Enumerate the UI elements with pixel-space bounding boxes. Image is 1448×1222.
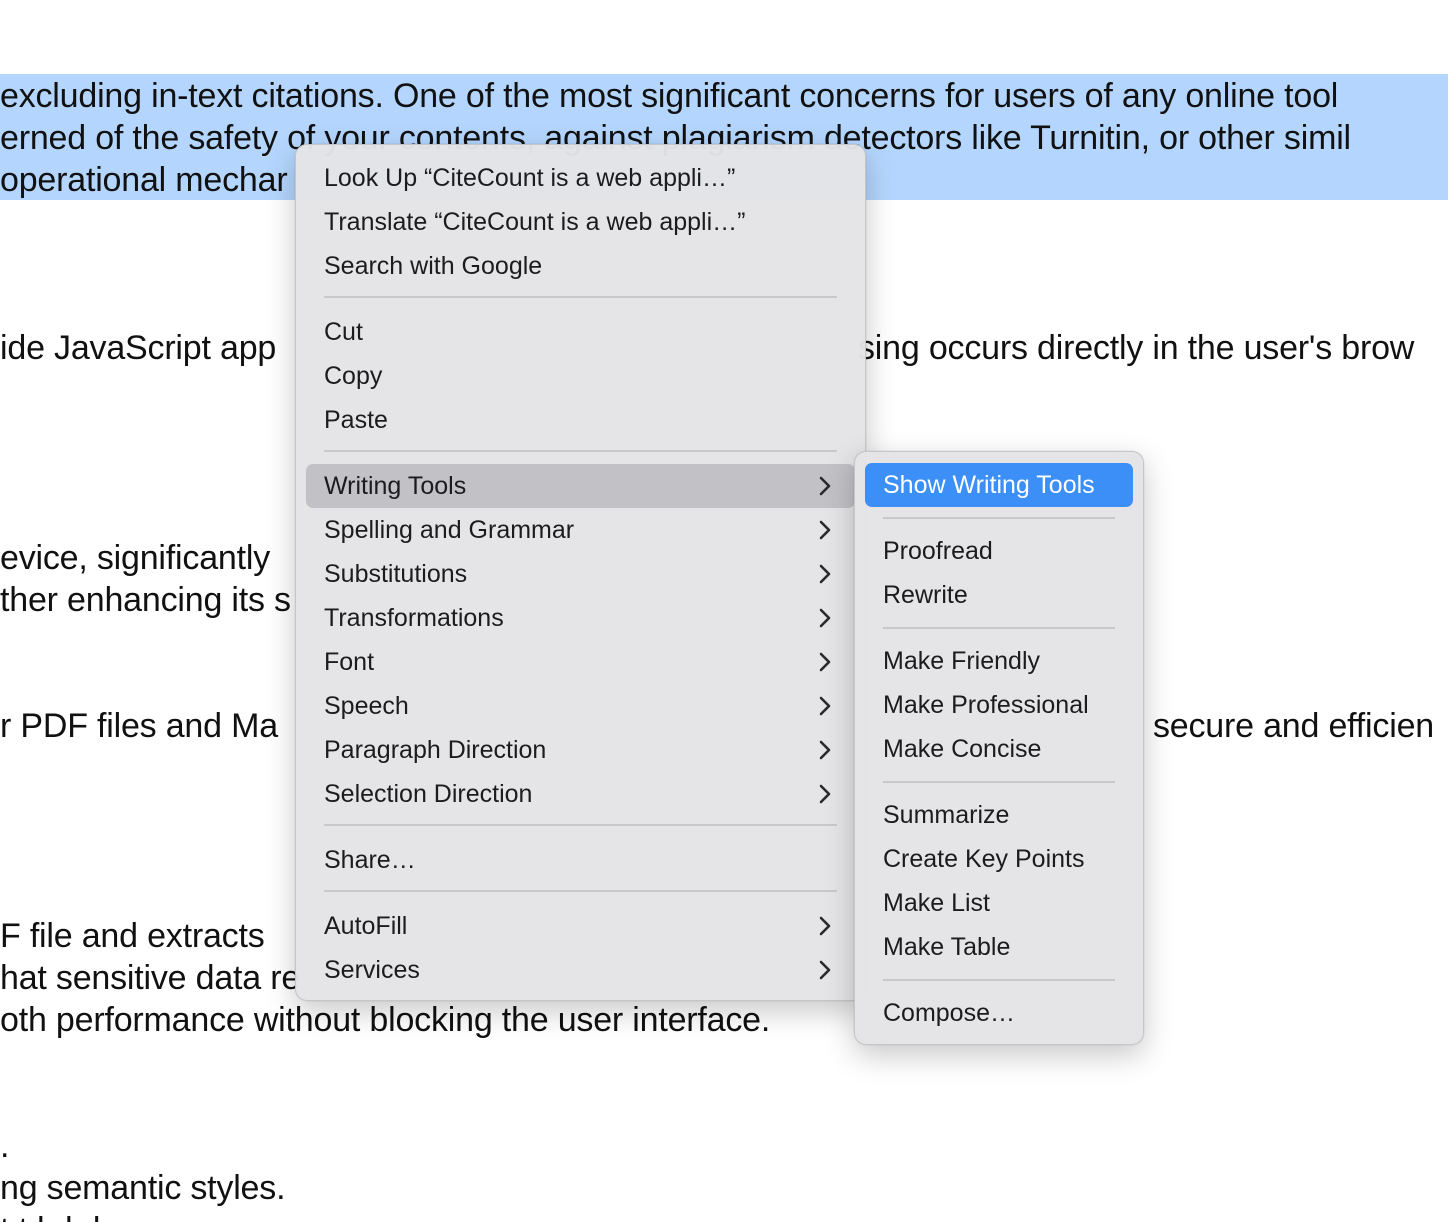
menu-item-create-key-points[interactable]: Create Key Points (865, 837, 1133, 881)
document-line: ther enhancing its s (0, 581, 291, 619)
document-line: excluding in-text citations. One of the … (0, 77, 1339, 115)
writing-tools-submenu: Show Writing Tools Proofread Rewrite Mak… (854, 451, 1144, 1045)
menu-item-cut[interactable]: Cut (306, 310, 855, 354)
document-line: secure and efficien (1153, 707, 1434, 745)
menu-item-make-concise[interactable]: Make Concise (865, 727, 1133, 771)
chevron-right-icon (819, 916, 831, 936)
menu-item-transformations[interactable]: Transformations (306, 596, 855, 640)
menu-item-font[interactable]: Font (306, 640, 855, 684)
document-line: t t h h l (0, 1209, 100, 1222)
menu-item-share[interactable]: Share… (306, 838, 855, 882)
menu-item-speech[interactable]: Speech (306, 684, 855, 728)
document-line: hat sensitive data re (0, 959, 301, 997)
chevron-right-icon (819, 520, 831, 540)
menu-item-paste[interactable]: Paste (306, 398, 855, 442)
menu-item-substitutions[interactable]: Substitutions (306, 552, 855, 596)
chevron-right-icon (819, 608, 831, 628)
menu-separator (883, 627, 1115, 629)
menu-item-translate[interactable]: Translate “CiteCount is a web appli…” (306, 200, 855, 244)
menu-item-show-writing-tools[interactable]: Show Writing Tools (865, 463, 1133, 507)
document-line: ng semantic styles. (0, 1169, 286, 1207)
chevron-right-icon (819, 784, 831, 804)
menu-item-autofill[interactable]: AutoFill (306, 904, 855, 948)
menu-item-services[interactable]: Services (306, 948, 855, 992)
menu-separator (883, 781, 1115, 783)
menu-separator (324, 890, 837, 892)
menu-item-make-friendly[interactable]: Make Friendly (865, 639, 1133, 683)
menu-separator (883, 517, 1115, 519)
chevron-right-icon (819, 564, 831, 584)
menu-item-selection-direction[interactable]: Selection Direction (306, 772, 855, 816)
menu-item-make-list[interactable]: Make List (865, 881, 1133, 925)
chevron-right-icon (819, 476, 831, 496)
menu-item-writing-tools[interactable]: Writing Tools (306, 464, 855, 508)
menu-item-spelling-and-grammar[interactable]: Spelling and Grammar (306, 508, 855, 552)
context-menu: Look Up “CiteCount is a web appli…” Tran… (295, 144, 866, 1001)
chevron-right-icon (819, 652, 831, 672)
chevron-right-icon (819, 960, 831, 980)
document-line: oth performance without blocking the use… (0, 1001, 771, 1039)
menu-separator (324, 450, 837, 452)
document-line: F file and extracts (0, 917, 265, 955)
menu-item-make-professional[interactable]: Make Professional (865, 683, 1133, 727)
document-line: evice, significantly (0, 539, 271, 577)
menu-item-make-table[interactable]: Make Table (865, 925, 1133, 969)
menu-item-compose[interactable]: Compose… (865, 991, 1133, 1035)
menu-separator (883, 979, 1115, 981)
document-line: ide JavaScript app (0, 329, 277, 367)
menu-item-summarize[interactable]: Summarize (865, 793, 1133, 837)
menu-separator (324, 824, 837, 826)
document-line: . (0, 1127, 10, 1165)
menu-item-search-with-google[interactable]: Search with Google (306, 244, 855, 288)
menu-item-proofread[interactable]: Proofread (865, 529, 1133, 573)
chevron-right-icon (819, 740, 831, 760)
menu-separator (324, 296, 837, 298)
document-line: sing occurs directly in the user's brow (858, 329, 1415, 367)
menu-item-copy[interactable]: Copy (306, 354, 855, 398)
menu-item-paragraph-direction[interactable]: Paragraph Direction (306, 728, 855, 772)
document-line: operational mechar (0, 161, 288, 199)
document-line: r PDF files and Ma (0, 707, 278, 745)
chevron-right-icon (819, 696, 831, 716)
menu-item-look-up[interactable]: Look Up “CiteCount is a web appli…” (306, 156, 855, 200)
menu-item-rewrite[interactable]: Rewrite (865, 573, 1133, 617)
